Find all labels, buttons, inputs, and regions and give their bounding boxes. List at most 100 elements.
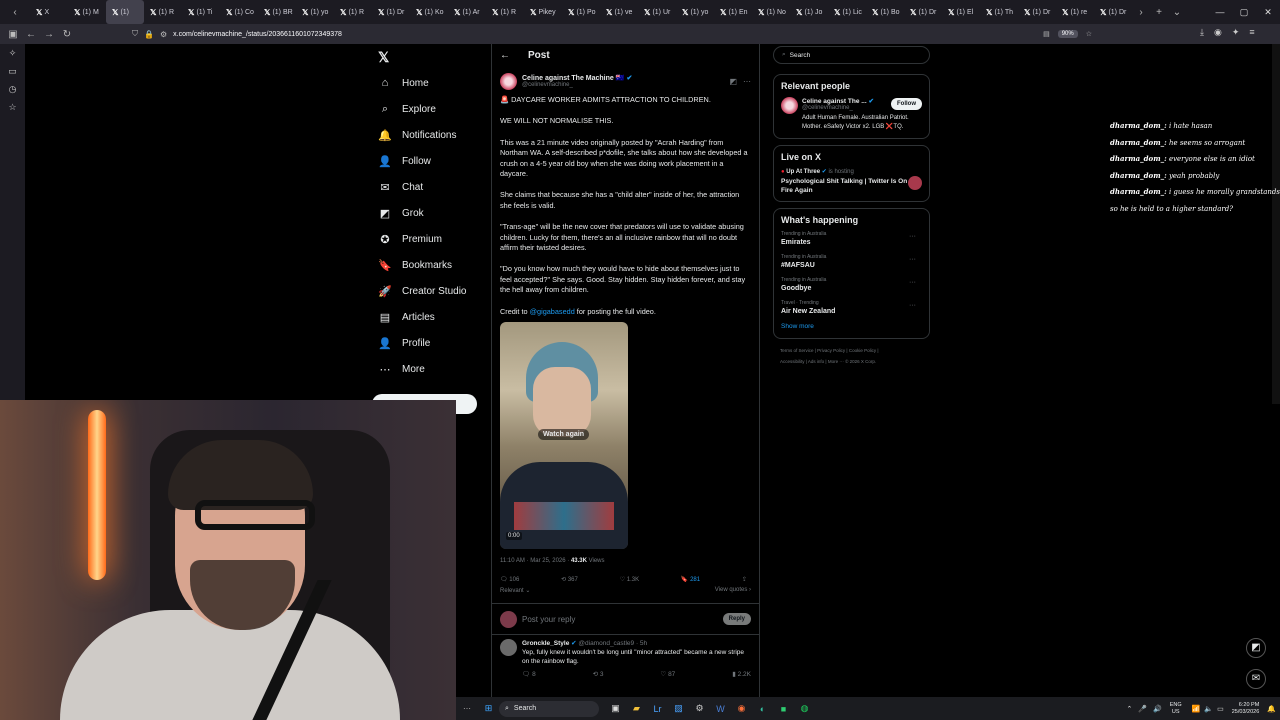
- reply-like-action[interactable]: ♡ 87: [660, 670, 675, 679]
- grok-icon[interactable]: ◩: [729, 77, 737, 86]
- back-icon[interactable]: ←: [22, 29, 40, 40]
- reply-action[interactable]: 🗨 106: [500, 576, 519, 583]
- settings-icon[interactable]: ⚙: [689, 698, 710, 719]
- browser-tab[interactable]: 𝕏 (1) Jo: [790, 0, 828, 24]
- page-settings-icon[interactable]: ⚙: [160, 30, 167, 39]
- trend-more-icon[interactable]: ···: [909, 256, 916, 263]
- browser-tab[interactable]: 𝕏 (1) yo: [676, 0, 714, 24]
- back-arrow-icon[interactable]: ←: [500, 50, 510, 61]
- messages-float-button[interactable]: ✉: [1246, 669, 1266, 689]
- browser-tab[interactable]: 𝕏 (1) R: [334, 0, 372, 24]
- browser-tab[interactable]: 𝕏 (1) Ko: [410, 0, 448, 24]
- battery-icon[interactable]: ▭: [1217, 705, 1224, 713]
- browser-tab[interactable]: 𝕏X: [30, 0, 68, 24]
- reader-view-icon[interactable]: ▤: [1043, 30, 1050, 38]
- watch-again-button[interactable]: Watch again: [538, 429, 589, 441]
- downloads-icon[interactable]: ⤓: [1200, 27, 1204, 38]
- browser-tab[interactable]: 𝕏 (1) Ti: [182, 0, 220, 24]
- nav-item-follow[interactable]: 👤 Follow: [372, 148, 487, 174]
- browser-tab[interactable]: 𝕏 (1) El: [942, 0, 980, 24]
- reply-input[interactable]: Post your reply: [522, 615, 723, 624]
- reply-avatar[interactable]: [500, 639, 517, 657]
- browser-tab[interactable]: 𝕏 (1) Lic: [828, 0, 866, 24]
- tab-list-chevron-icon[interactable]: ⌄: [1168, 7, 1186, 18]
- repost-action[interactable]: ⟲ 367: [561, 576, 578, 583]
- browser-tab[interactable]: 𝕏 (1) R: [144, 0, 182, 24]
- edge-icon[interactable]: ◐: [752, 698, 773, 719]
- browser-tab[interactable]: 𝕏 (1) Dr: [1018, 0, 1056, 24]
- nav-item-grok[interactable]: ◩ Grok: [372, 200, 487, 226]
- view-quotes-link[interactable]: View quotes ›: [715, 587, 751, 594]
- browser-tab[interactable]: 𝕏 (1) ve: [600, 0, 638, 24]
- browser-tab[interactable]: 𝕏 (1) Dr: [904, 0, 942, 24]
- browser-tab[interactable]: 𝕏 Pikey: [524, 0, 562, 24]
- person-name[interactable]: Celine against The ...: [802, 98, 867, 105]
- language-indicator[interactable]: ENG US: [1170, 702, 1182, 716]
- nav-item-premium[interactable]: ✪ Premium: [372, 226, 487, 252]
- browser-tab[interactable]: 𝕏 (1) En: [714, 0, 752, 24]
- account-icon[interactable]: ◉: [1214, 27, 1222, 38]
- windows-start-icon[interactable]: ⊞: [478, 698, 499, 719]
- maximize-icon[interactable]: ▢: [1232, 7, 1256, 18]
- browser-tab[interactable]: 𝕏 (1) yo: [296, 0, 334, 24]
- browser-tab[interactable]: 𝕏 (1) Dr: [372, 0, 410, 24]
- bookmark-star-icon[interactable]: ☆: [1086, 30, 1092, 38]
- footer-line-2[interactable]: Accessibility | Ads info | More ··· © 20…: [780, 356, 930, 367]
- browser-tab[interactable]: 𝕏 (1) Ur: [638, 0, 676, 24]
- reply-author-handle[interactable]: @diamond_castle9 · 5h: [578, 640, 647, 647]
- nav-item-profile[interactable]: 👤 Profile: [372, 330, 487, 356]
- bookmarks-icon[interactable]: ☆: [0, 98, 25, 116]
- trend-more-icon[interactable]: ···: [909, 302, 916, 309]
- x-logo-icon[interactable]: 𝕏: [372, 44, 487, 70]
- new-tab-icon[interactable]: +: [1150, 7, 1168, 18]
- browser-tab[interactable]: 𝕏 (1): [106, 0, 144, 24]
- footer-line-1[interactable]: Terms of Service | Privacy Policy | Cook…: [780, 345, 930, 356]
- reply-views-action[interactable]: ▮ 2.2K: [732, 670, 751, 679]
- firefox-icon[interactable]: ◉: [731, 698, 752, 719]
- nav-item-more[interactable]: ⋯ More: [372, 356, 487, 382]
- follow-button[interactable]: Follow: [891, 98, 922, 110]
- post-more-icon[interactable]: ⋯: [743, 77, 751, 86]
- url-text[interactable]: x.com/celinevmachine_/status/20366116010…: [173, 31, 342, 38]
- browser-tab[interactable]: 𝕏 (1) R: [486, 0, 524, 24]
- nav-item-articles[interactable]: ▤ Articles: [372, 304, 487, 330]
- lock-icon[interactable]: 🔒: [144, 30, 154, 39]
- close-window-icon[interactable]: ✕: [1256, 7, 1280, 18]
- trend-item[interactable]: Trending in Australia #MAFSAU ···: [781, 254, 922, 269]
- trend-item[interactable]: Trending in Australia Emirates ···: [781, 231, 922, 246]
- author-handle[interactable]: @celinevmachine_: [522, 82, 729, 88]
- ai-chat-icon[interactable]: ✧: [0, 44, 25, 62]
- green-app-icon[interactable]: ■: [773, 698, 794, 719]
- notification-bell-icon[interactable]: 🔔: [1267, 705, 1276, 713]
- show-more-link[interactable]: Show more: [781, 323, 922, 330]
- browser-tab[interactable]: 𝕏 (1) Ar: [448, 0, 486, 24]
- browser-tab[interactable]: 𝕏 (1) M: [68, 0, 106, 24]
- nav-item-home[interactable]: ⌂ Home: [372, 70, 487, 96]
- nav-item-chat[interactable]: ✉ Chat: [372, 174, 487, 200]
- nav-item-notifications[interactable]: 🔔 Notifications: [372, 122, 487, 148]
- trend-item[interactable]: Trending in Australia Goodbye ···: [781, 277, 922, 292]
- reply-button[interactable]: Reply: [722, 613, 751, 626]
- tab-scroll-right-icon[interactable]: ›: [1132, 7, 1150, 18]
- browser-tab[interactable]: 𝕏 (1) Th: [980, 0, 1018, 24]
- app-icon[interactable]: Lr: [647, 698, 668, 719]
- browser-tab[interactable]: 𝕏 (1) Co: [220, 0, 258, 24]
- reply-repost-action[interactable]: ⟲ 3: [593, 670, 604, 679]
- chevron-up-icon[interactable]: ⋯: [456, 704, 478, 713]
- nav-item-explore[interactable]: ⌕ Explore: [372, 96, 487, 122]
- avatar[interactable]: [500, 72, 517, 90]
- browser-tab[interactable]: 𝕏 (1) Po: [562, 0, 600, 24]
- post-timestamp[interactable]: 11:10 AM · Mar 25, 2026 ·: [500, 558, 571, 564]
- url-bar[interactable]: ⛉ 🔒 ⚙ x.com/celinevmachine_/status/20366…: [132, 27, 1092, 41]
- speaker-icon[interactable]: 🔊: [1153, 705, 1162, 713]
- reload-icon[interactable]: ↻: [58, 29, 76, 40]
- grok-float-button[interactable]: ◩: [1246, 638, 1266, 658]
- menu-icon[interactable]: ≡: [1249, 27, 1254, 38]
- minimize-icon[interactable]: —: [1208, 7, 1232, 17]
- tab-scroll-left-icon[interactable]: ‹: [0, 7, 30, 18]
- zoom-level[interactable]: 90%: [1057, 30, 1078, 38]
- scrollbar[interactable]: [1272, 44, 1280, 404]
- mention-link[interactable]: @gigabasedd: [530, 307, 575, 316]
- nav-item-bookmarks[interactable]: 🔖 Bookmarks: [372, 252, 487, 278]
- spotify-icon[interactable]: ◍: [794, 698, 815, 719]
